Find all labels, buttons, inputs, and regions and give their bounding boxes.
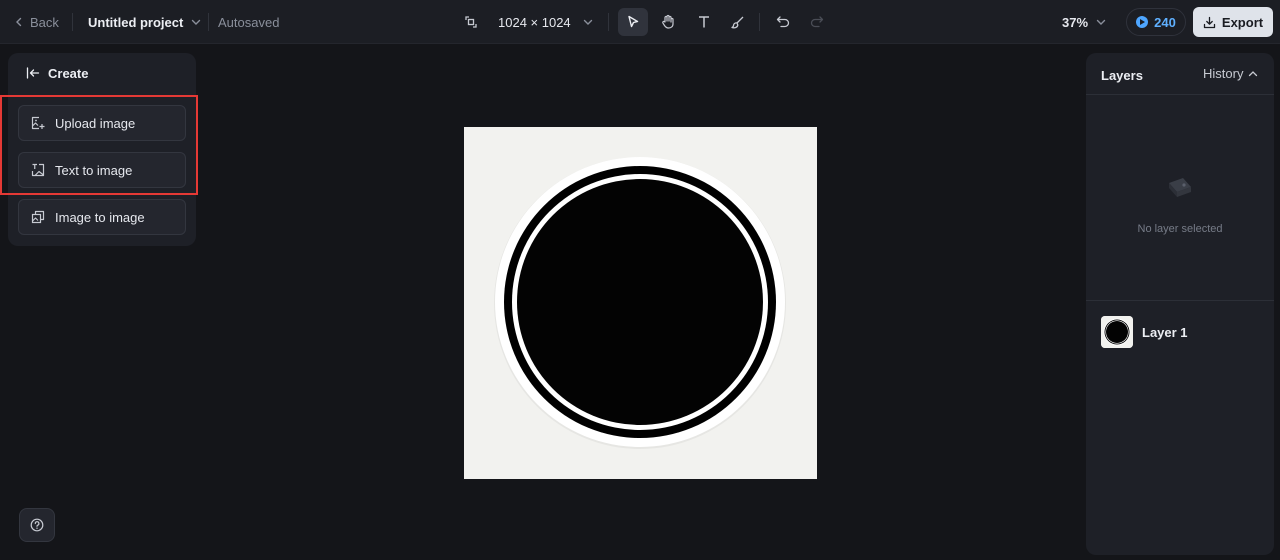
layer-row[interactable]: Layer 1	[1101, 316, 1188, 348]
layer-name: Layer 1	[1142, 324, 1188, 340]
create-title: Create	[48, 65, 89, 81]
text-icon	[699, 16, 709, 28]
canvas-size: 1024 × 1024	[498, 14, 571, 30]
hand-icon	[662, 14, 674, 29]
option-label: Upload image	[55, 115, 136, 131]
tab-history[interactable]: History	[1203, 66, 1258, 81]
project-name-dropdown[interactable]: Untitled project	[88, 12, 201, 32]
divider	[1086, 94, 1274, 95]
empty-layer-message: No layer selected	[1137, 223, 1223, 235]
chevron-down-icon	[583, 19, 592, 25]
text-to-image-button[interactable]: Text to image	[18, 152, 186, 188]
hand-tool-button[interactable]	[653, 8, 683, 36]
credits-count: 240	[1154, 14, 1176, 30]
divider	[208, 13, 209, 31]
image-to-image-icon	[31, 210, 45, 224]
divider	[759, 13, 760, 31]
upload-image-button[interactable]: Upload image	[18, 105, 186, 141]
text-to-image-icon	[31, 163, 45, 177]
cursor-arrow-icon	[628, 15, 639, 28]
help-icon	[30, 518, 44, 532]
help-button[interactable]	[19, 508, 55, 542]
resize-icon	[465, 16, 477, 28]
artboard[interactable]	[464, 127, 817, 479]
layers-panel: Layers History No layer selected Layer 1	[1086, 53, 1274, 555]
redo-icon	[810, 16, 824, 28]
back-button[interactable]: Back	[14, 12, 59, 32]
back-label: Back	[30, 14, 59, 30]
project-name: Untitled project	[88, 14, 184, 30]
option-label: Image to image	[55, 209, 145, 225]
image-to-image-button[interactable]: Image to image	[18, 199, 186, 235]
undo-icon	[776, 16, 790, 28]
layer-thumbnail-image	[1101, 316, 1133, 348]
divider	[1086, 300, 1274, 301]
layer-thumbnail	[1101, 316, 1133, 348]
export-button[interactable]: Export	[1193, 7, 1273, 37]
canvas-size-dropdown[interactable]: 1024 × 1024	[464, 10, 593, 34]
artwork-image	[464, 127, 817, 479]
undo-button[interactable]	[768, 8, 798, 36]
credits-badge[interactable]: 240	[1126, 8, 1186, 36]
create-panel: Create Upload image Text to image Image …	[8, 53, 196, 246]
tab-history-label: History	[1203, 66, 1244, 81]
zoom-dropdown[interactable]: 37%	[1062, 12, 1106, 32]
redo-button[interactable]	[802, 8, 832, 36]
export-label: Export	[1221, 14, 1264, 30]
empty-layer-icon	[1169, 178, 1191, 197]
select-tool-button[interactable]	[618, 8, 648, 36]
chevron-left-icon	[16, 17, 22, 27]
download-icon	[1203, 16, 1216, 28]
top-bar: Back Untitled project Autosaved 1024 × 1…	[0, 0, 1280, 44]
option-label: Text to image	[55, 162, 133, 178]
tab-layers[interactable]: Layers	[1101, 68, 1143, 83]
text-tool-button[interactable]	[689, 8, 719, 36]
brush-icon	[731, 16, 744, 29]
divider	[72, 13, 73, 31]
brush-tool-button[interactable]	[723, 8, 753, 36]
create-header[interactable]: Create	[26, 65, 88, 81]
credit-coin-icon	[1136, 16, 1149, 28]
chevron-down-icon	[1096, 19, 1106, 25]
chevron-up-icon	[1249, 70, 1258, 76]
collapse-left-icon	[26, 67, 40, 79]
save-status: Autosaved	[218, 14, 280, 30]
upload-image-icon	[31, 116, 45, 130]
chevron-down-icon	[192, 19, 201, 25]
zoom-level: 37%	[1062, 14, 1089, 30]
divider	[608, 13, 609, 31]
